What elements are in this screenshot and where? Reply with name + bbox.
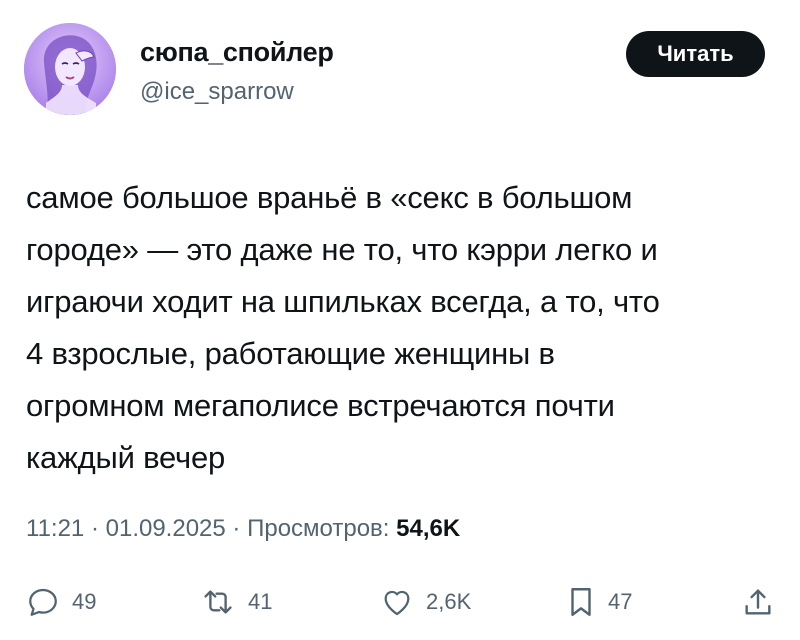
follow-button[interactable]: Читать xyxy=(626,31,765,77)
tweet-line: городе» — это даже не то, что кэрри легк… xyxy=(26,232,658,267)
repost-button[interactable]: 41 xyxy=(200,578,272,626)
avatar-illustration xyxy=(24,23,116,115)
tweet-line: огромном мегаполисе встречаются почти xyxy=(26,388,615,423)
reply-count: 49 xyxy=(72,589,97,614)
reply-icon xyxy=(26,585,60,619)
tweet-meta: 11:21 · 01.09.2025 · Просмотров: 54,6K xyxy=(26,513,460,545)
like-count: 2,6K xyxy=(426,589,472,614)
share-icon xyxy=(742,585,774,619)
action-bar: 49 41 2,6K 47 xyxy=(0,578,800,626)
tweet-time[interactable]: 11:21 xyxy=(26,515,84,542)
repost-icon xyxy=(200,585,236,619)
tweet-date[interactable]: 01.09.2025 xyxy=(106,515,226,542)
tweet-text: самое большое враньё в «секс в большом г… xyxy=(26,172,786,484)
views-label: Просмотров: xyxy=(247,515,390,542)
avatar[interactable] xyxy=(24,23,116,115)
views-count: 54,6K xyxy=(396,515,461,542)
bookmark-button[interactable]: 47 xyxy=(566,578,632,626)
tweet-line: каждый вечер xyxy=(26,440,226,475)
bookmark-icon xyxy=(566,585,596,619)
reply-button[interactable]: 49 xyxy=(26,578,96,626)
author-name[interactable]: сюпа_спойлер xyxy=(140,36,334,68)
tweet-line: 4 взрослые, работающие женщины в xyxy=(26,336,555,371)
share-button[interactable] xyxy=(742,578,774,626)
tweet-line: играючи ходит на шпильках всегда, а то, … xyxy=(26,284,660,319)
bookmark-count: 47 xyxy=(608,589,633,614)
heart-icon xyxy=(380,585,414,619)
author-handle[interactable]: @ice_sparrow xyxy=(140,77,294,107)
meta-separator: · xyxy=(232,515,241,542)
repost-count: 41 xyxy=(248,589,273,614)
tweet-line: самое большое враньё в «секс в большом xyxy=(26,180,633,215)
like-button[interactable]: 2,6K xyxy=(380,578,471,626)
meta-separator: · xyxy=(90,515,99,542)
